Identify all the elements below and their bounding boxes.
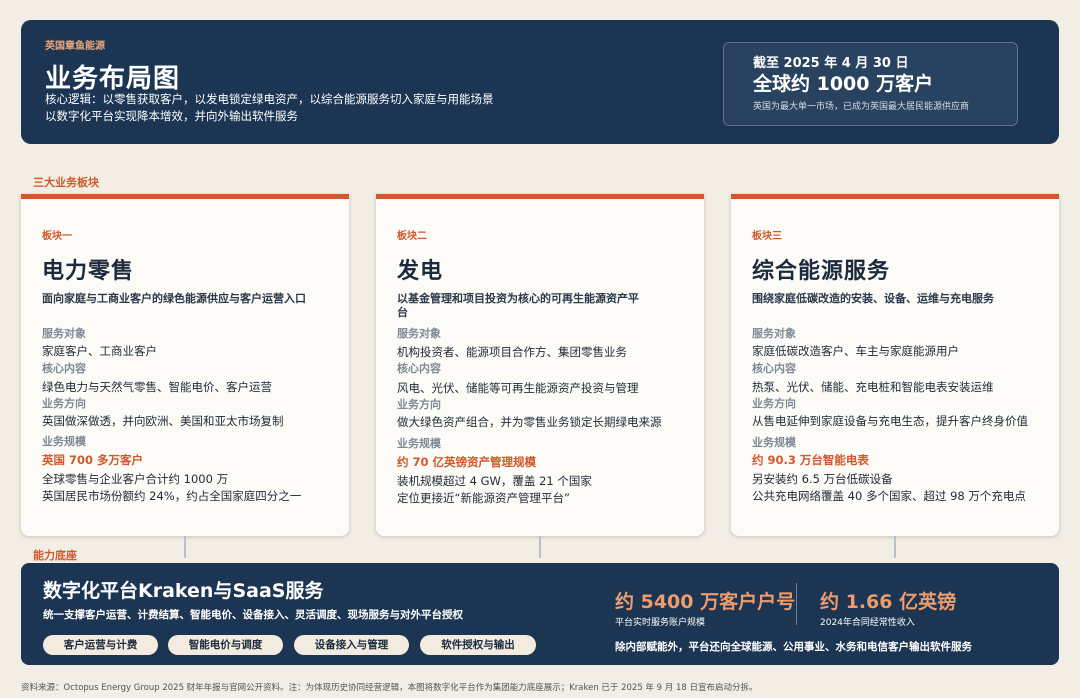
label-scale: 业务规模 bbox=[752, 436, 796, 449]
label-direction: 业务方向 bbox=[752, 397, 796, 410]
card-description: 围绕家庭低碳改造的安装、设备、运维与充电服务 bbox=[752, 292, 994, 305]
segment-card-energy-services: 板块三 综合能源服务 围绕家庭低碳改造的安装、设备、运维与充电服务 服务对象 家… bbox=[731, 194, 1059, 536]
header-banner: 英国章鱼能源 业务布局图 核心逻辑：以零售获取客户，以发电锁定绿电资产，以综合能… bbox=[21, 20, 1059, 144]
value-target: 家庭客户、工商业客户 bbox=[42, 344, 157, 358]
connector-line bbox=[539, 536, 541, 558]
scale-line2: 英国居民市场份额约 24%，约占全国家庭四分之一 bbox=[42, 489, 302, 503]
value-content: 风电、光伏、储能等可再生能源资产投资与管理 bbox=[397, 381, 639, 395]
stat-value: 全球约 1000 万客户 bbox=[753, 73, 934, 95]
value-direction: 英国做深做透，并向欧洲、美国和亚太市场复制 bbox=[42, 414, 284, 428]
label-direction: 业务方向 bbox=[42, 397, 86, 410]
scale-line2: 公共充电网络覆盖 40 多个国家、超过 98 万个充电点 bbox=[752, 489, 1026, 503]
value-direction: 做大绿色资产组合，并为零售业务锁定长期绿电来源 bbox=[397, 415, 662, 429]
card-tag: 板块二 bbox=[397, 231, 427, 242]
header-subtitle-line1: 核心逻辑：以零售获取客户，以发电锁定绿电资产，以综合能源服务切入家庭与用能场景 bbox=[45, 92, 494, 106]
card-title: 电力零售 bbox=[42, 259, 135, 284]
platform-description: 统一支撑客户运营、计费结算、智能电价、设备接入、灵活调度、现场服务与对外平台授权 bbox=[43, 609, 463, 621]
label-target: 服务对象 bbox=[42, 327, 86, 340]
scale-line1: 另安装约 6.5 万台低碳设备 bbox=[752, 472, 893, 486]
label-target: 服务对象 bbox=[397, 327, 441, 340]
segment-card-generation: 板块二 发电 以基金管理和项目投资为核心的可再生能源资产平台 服务对象 机构投资… bbox=[376, 194, 704, 536]
card-title: 发电 bbox=[397, 259, 444, 284]
card-tag: 板块三 bbox=[752, 231, 782, 242]
segment-card-retail: 板块一 电力零售 面向家庭与工商业客户的绿色能源供应与客户运营入口 服务对象 家… bbox=[21, 194, 349, 536]
pill-pricing-dispatch: 智能电价与调度 bbox=[168, 635, 283, 655]
label-target: 服务对象 bbox=[752, 327, 796, 340]
label-scale: 业务规模 bbox=[42, 435, 86, 448]
scale-line2: 定位更接近“新能源资产管理平台” bbox=[397, 491, 570, 505]
header-kicker: 英国章鱼能源 bbox=[45, 41, 105, 52]
label-scale: 业务规模 bbox=[397, 437, 441, 450]
label-content: 核心内容 bbox=[42, 362, 86, 375]
card-description: 以基金管理和项目投资为核心的可再生能源资产平台 bbox=[397, 292, 639, 319]
section-label-platform: 能力底座 bbox=[33, 549, 77, 562]
label-content: 核心内容 bbox=[397, 362, 441, 375]
pill-software-licensing: 软件授权与输出 bbox=[420, 635, 536, 655]
source-note: 资料来源：Octopus Energy Group 2025 财年年报与官网公开… bbox=[21, 683, 758, 693]
connector-line bbox=[184, 536, 186, 558]
value-content: 热泵、光伏、储能、充电桩和智能电表安装运维 bbox=[752, 380, 994, 394]
stat-note: 英国为最大单一市场，已成为英国最大居民能源供应商 bbox=[753, 102, 970, 112]
header-subtitle-line2: 以数字化平台实现降本增效，并向外输出软件服务 bbox=[45, 109, 298, 123]
card-description: 面向家庭与工商业客户的绿色能源供应与客户运营入口 bbox=[42, 292, 306, 305]
label-direction: 业务方向 bbox=[397, 398, 441, 411]
platform-footer: 除内部赋能外，平台还向全球能源、公用事业、水务和电信客户输出软件服务 bbox=[615, 641, 972, 653]
metric-revenue: 约 1.66 亿英镑 bbox=[820, 591, 957, 613]
value-target: 机构投资者、能源项目合作方、集团零售业务 bbox=[397, 345, 627, 359]
platform-panel: 数字化平台Kraken与SaaS服务 统一支撑客户运营、计费结算、智能电价、设备… bbox=[21, 563, 1059, 665]
scale-line1: 装机规模超过 4 GW，覆盖 21 个国家 bbox=[397, 474, 592, 488]
metric-accounts: 约 5400 万客户户号 bbox=[615, 591, 796, 613]
pill-device-management: 设备接入与管理 bbox=[294, 635, 409, 655]
value-direction: 从售电延伸到家庭设备与充电生态，提升客户终身价值 bbox=[752, 414, 1028, 428]
value-target: 家庭低碳改造客户、车主与家庭能源用户 bbox=[752, 344, 959, 358]
card-tag: 板块一 bbox=[42, 231, 72, 242]
connector-line bbox=[894, 536, 896, 558]
card-title: 综合能源服务 bbox=[752, 259, 891, 284]
page-title: 业务布局图 bbox=[45, 64, 181, 94]
metric-revenue-note: 2024年合同经常性收入 bbox=[820, 618, 915, 628]
label-content: 核心内容 bbox=[752, 362, 796, 375]
section-label-segments: 三大业务板块 bbox=[33, 176, 99, 189]
scale-line1: 全球零售与企业客户合计约 1000 万 bbox=[42, 472, 229, 486]
platform-title: 数字化平台Kraken与SaaS服务 bbox=[43, 580, 324, 602]
scale-highlight: 约 90.3 万台智能电表 bbox=[752, 453, 869, 467]
value-content: 绿色电力与天然气零售、智能电价、客户运营 bbox=[42, 380, 272, 394]
customer-stat-box: 截至 2025 年 4 月 30 日 全球约 1000 万客户 英国为最大单一市… bbox=[723, 42, 1018, 126]
pill-customer-billing: 客户运营与计费 bbox=[43, 635, 158, 655]
metric-accounts-note: 平台实时服务账户规模 bbox=[615, 618, 706, 628]
scale-highlight: 约 70 亿英镑资产管理规模 bbox=[397, 455, 537, 469]
scale-highlight: 英国 700 多万客户 bbox=[42, 453, 144, 467]
metric-divider bbox=[796, 583, 797, 625]
